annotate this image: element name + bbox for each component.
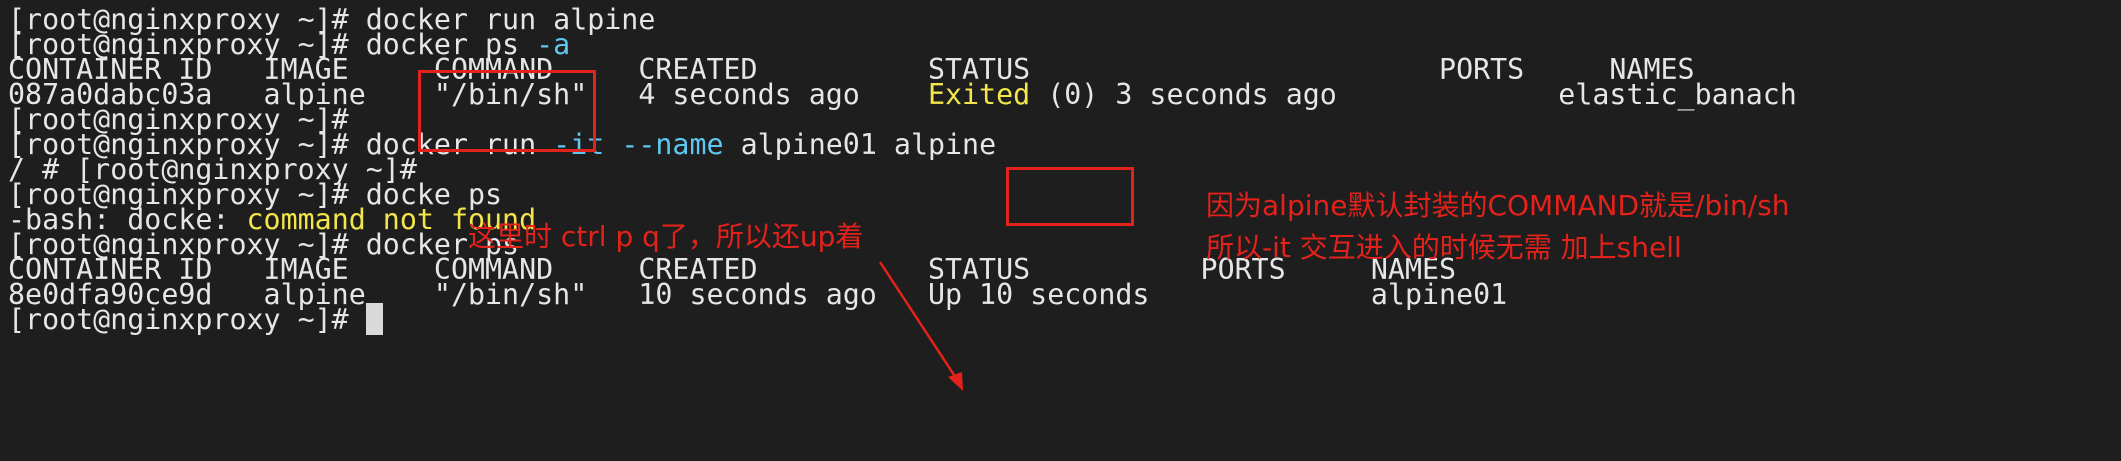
annotation-arrow xyxy=(878,261,963,391)
terminal-window[interactable]: [root@nginxproxy ~]# docker run alpine [… xyxy=(0,0,2121,461)
